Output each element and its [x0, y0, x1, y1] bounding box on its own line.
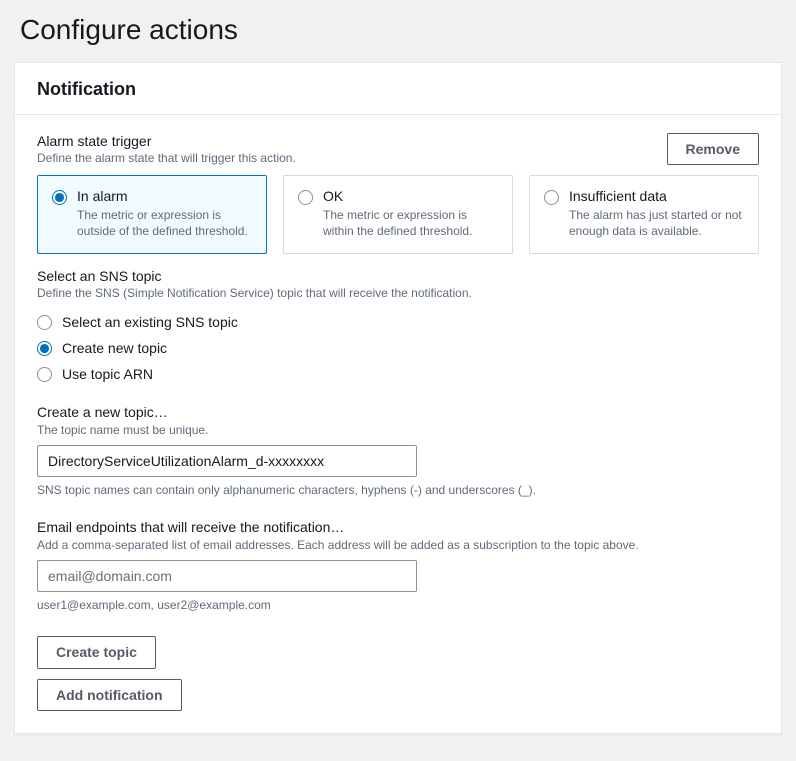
- option-label: In alarm: [77, 188, 252, 204]
- alarm-trigger-title: Alarm state trigger: [37, 133, 296, 149]
- alarm-trigger-option-insufficient-data[interactable]: Insufficient data The alarm has just sta…: [529, 175, 759, 254]
- sns-section: Select an SNS topic Define the SNS (Simp…: [37, 268, 759, 382]
- sns-option-create-new[interactable]: Create new topic: [37, 340, 759, 356]
- email-help: Add a comma-separated list of email addr…: [37, 538, 759, 552]
- sns-help: Define the SNS (Simple Notification Serv…: [37, 286, 759, 300]
- page-title: Configure actions: [20, 14, 782, 46]
- topic-buttons: Create topic Add notification: [37, 636, 759, 710]
- add-notification-button[interactable]: Add notification: [37, 679, 182, 711]
- page-root: Configure actions Notification Alarm sta…: [0, 0, 796, 758]
- option-label: Insufficient data: [569, 188, 744, 204]
- panel-title: Notification: [15, 63, 781, 115]
- radio-icon: [544, 190, 559, 205]
- radio-icon: [37, 341, 52, 356]
- email-hint: user1@example.com, user2@example.com: [37, 598, 759, 612]
- new-topic-hint: SNS topic names can contain only alphanu…: [37, 483, 759, 497]
- option-description: The metric or expression is within the d…: [323, 207, 498, 239]
- option-label: Select an existing SNS topic: [62, 314, 238, 330]
- alarm-trigger-options: In alarm The metric or expression is out…: [37, 175, 759, 254]
- alarm-trigger-header-row: Alarm state trigger Define the alarm sta…: [37, 133, 759, 165]
- option-label: Use topic ARN: [62, 366, 153, 382]
- radio-icon: [37, 367, 52, 382]
- sns-options: Select an existing SNS topic Create new …: [37, 314, 759, 382]
- notification-panel: Notification Alarm state trigger Define …: [14, 62, 782, 734]
- new-topic-input[interactable]: [37, 445, 417, 477]
- new-topic-field: Create a new topic… The topic name must …: [37, 404, 759, 497]
- new-topic-help: The topic name must be unique.: [37, 423, 759, 437]
- option-description: The metric or expression is outside of t…: [77, 207, 252, 239]
- panel-body: Alarm state trigger Define the alarm sta…: [15, 115, 781, 733]
- radio-icon: [298, 190, 313, 205]
- sns-option-existing[interactable]: Select an existing SNS topic: [37, 314, 759, 330]
- option-label: OK: [323, 188, 498, 204]
- email-label: Email endpoints that will receive the no…: [37, 519, 759, 535]
- alarm-trigger-option-in-alarm[interactable]: In alarm The metric or expression is out…: [37, 175, 267, 254]
- radio-icon: [37, 315, 52, 330]
- radio-icon: [52, 190, 67, 205]
- alarm-trigger-option-ok[interactable]: OK The metric or expression is within th…: [283, 175, 513, 254]
- alarm-trigger-heading: Alarm state trigger Define the alarm sta…: [37, 133, 296, 165]
- email-field: Email endpoints that will receive the no…: [37, 519, 759, 612]
- sns-title: Select an SNS topic: [37, 268, 759, 284]
- option-description: The alarm has just started or not enough…: [569, 207, 744, 239]
- remove-button[interactable]: Remove: [667, 133, 759, 165]
- email-input[interactable]: [37, 560, 417, 592]
- sns-option-use-arn[interactable]: Use topic ARN: [37, 366, 759, 382]
- new-topic-label: Create a new topic…: [37, 404, 759, 420]
- create-topic-button[interactable]: Create topic: [37, 636, 156, 668]
- alarm-trigger-help: Define the alarm state that will trigger…: [37, 151, 296, 165]
- option-label: Create new topic: [62, 340, 167, 356]
